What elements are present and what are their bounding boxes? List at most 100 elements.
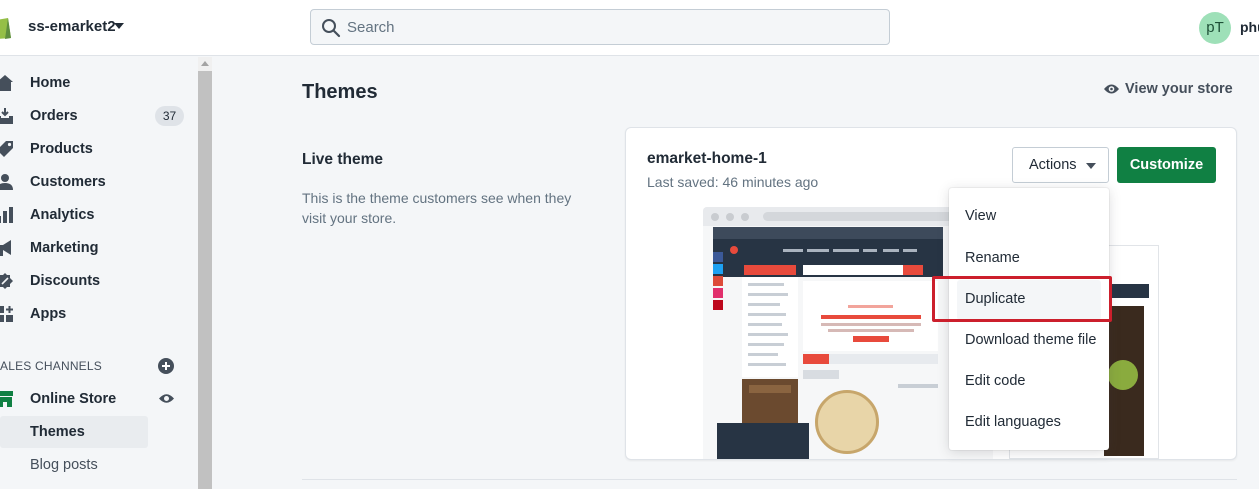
search-input[interactable]: [347, 10, 867, 44]
preview-search-button: [903, 265, 923, 275]
preview-clock-product: [815, 390, 879, 454]
live-theme-description: This is the theme customers see when the…: [302, 190, 572, 226]
actions-button[interactable]: Actions: [1012, 147, 1109, 183]
preview-shop-topbar: [713, 227, 943, 239]
sidebar-item-label: Orders: [30, 108, 78, 124]
preview-nav-item: [807, 249, 829, 252]
preview-category-line: [748, 303, 780, 306]
sidebar: Home Orders 37 Products Customers Analyt…: [0, 57, 212, 489]
sidebar-item-label: Discounts: [30, 273, 101, 289]
store-icon: [0, 391, 13, 407]
sidebar-subitem-label: Blog posts: [30, 457, 98, 473]
preview-nav-item: [863, 249, 877, 252]
discount-icon: [0, 273, 13, 289]
store-caret-down-icon[interactable]: [114, 23, 124, 29]
menu-item-download-theme-file[interactable]: Download theme file: [949, 321, 1109, 361]
preview-cookie-bar: [717, 423, 809, 459]
theme-last-saved: Last saved: 46 minutes ago: [647, 174, 819, 190]
sidebar-item-customers[interactable]: Customers: [0, 167, 195, 197]
tag-icon: [0, 141, 13, 157]
preview-deals-tag: [803, 370, 839, 379]
preview-category-line: [748, 363, 786, 366]
duplicate-highlight-annotation: [932, 276, 1112, 322]
sidebar-item-label: Products: [30, 141, 93, 157]
sidebar-item-analytics[interactable]: Analytics: [0, 200, 195, 230]
apps-icon: [0, 306, 13, 322]
preview-category-line: [748, 293, 788, 296]
preview-promo-line: [821, 323, 921, 326]
preview-nav-item: [883, 249, 899, 252]
megaphone-icon: [0, 240, 11, 256]
caret-down-icon: [1086, 163, 1096, 169]
live-theme-heading: Live theme: [302, 151, 383, 168]
preview-product-photo-detail: [749, 385, 791, 393]
menu-item-edit-code[interactable]: Edit code: [949, 362, 1109, 402]
preview-strip-accent: [803, 354, 829, 364]
orders-icon: [0, 108, 13, 124]
customize-button[interactable]: Customize: [1117, 147, 1216, 183]
store-name[interactable]: ss-emarket2: [28, 18, 116, 35]
bar-chart-icon: [0, 207, 13, 223]
preview-category-line: [748, 333, 788, 336]
page-title: Themes: [302, 81, 378, 103]
menu-item-label: Download theme file: [965, 332, 1097, 348]
sidebar-item-apps[interactable]: Apps: [0, 299, 195, 329]
menu-item-view[interactable]: View: [949, 197, 1109, 237]
sidebar-subitem-themes[interactable]: Themes: [0, 416, 148, 448]
menu-item-rename[interactable]: Rename: [949, 239, 1109, 279]
preview-promo-button: [853, 336, 889, 342]
sidebar-item-discounts[interactable]: Discounts: [0, 266, 195, 296]
shopify-logo-icon[interactable]: [0, 14, 12, 40]
sidebar-subitem-label: Themes: [30, 424, 85, 440]
actions-button-label: Actions: [1029, 157, 1077, 173]
section-divider: [302, 479, 1237, 480]
sidebar-item-label: Apps: [30, 306, 67, 322]
preview-logo-mark: [730, 246, 738, 254]
menu-item-edit-languages[interactable]: Edit languages: [949, 403, 1109, 443]
preview-category-line: [748, 323, 782, 326]
preview-category-line: [748, 343, 784, 346]
eye-icon[interactable]: [158, 392, 175, 405]
preview-promo-line: [848, 305, 893, 308]
avatar[interactable]: pT: [1199, 12, 1231, 44]
sidebar-scrollbar[interactable]: [198, 57, 212, 489]
sidebar-item-label: Marketing: [30, 240, 99, 256]
scroll-up-arrow-icon[interactable]: [201, 61, 209, 66]
search-icon: [322, 19, 341, 38]
preview-window-dot: [711, 213, 719, 221]
sidebar-item-label: Analytics: [30, 207, 95, 223]
menu-item-label: Edit code: [965, 373, 1026, 389]
eye-icon: [1104, 84, 1119, 94]
preview-promo-line: [828, 329, 914, 332]
person-icon: [0, 174, 13, 190]
scrollbar-thumb[interactable]: [198, 71, 212, 489]
preview-category-line: [748, 313, 786, 316]
preview-category-line: [748, 353, 778, 356]
sidebar-item-label: Customers: [30, 174, 106, 190]
theme-name: emarket-home-1: [647, 150, 767, 167]
preview-nav-item: [903, 249, 917, 252]
sidebar-item-label: Online Store: [30, 391, 117, 407]
sidebar-item-products[interactable]: Products: [0, 134, 195, 164]
sidebar-item-marketing[interactable]: Marketing: [0, 233, 195, 263]
sidebar-item-orders[interactable]: Orders 37: [0, 101, 195, 131]
top-bar: ss-emarket2 pT phu: [0, 0, 1259, 56]
search-bar[interactable]: [310, 9, 890, 45]
preview-window-dot: [726, 213, 734, 221]
sidebar-item-online-store[interactable]: Online Store: [0, 384, 195, 414]
preview-social-icon: [713, 252, 723, 262]
sidebar-item-home[interactable]: Home: [0, 68, 195, 98]
preview-nav-item: [833, 249, 859, 252]
preview-category-list: [742, 277, 798, 377]
add-sales-channel-icon[interactable]: [158, 358, 174, 374]
sidebar-subitem-blog-posts[interactable]: Blog posts: [0, 449, 148, 481]
preview-social-icon: [713, 276, 723, 286]
sidebar-item-label: Home: [30, 75, 71, 91]
preview-window-dot: [741, 213, 749, 221]
preview-social-icon: [713, 288, 723, 298]
orders-count-badge: 37: [155, 106, 184, 126]
preview-category-button: [744, 265, 796, 275]
view-store-label: View your store: [1125, 81, 1233, 97]
menu-item-label: View: [965, 208, 997, 224]
user-name[interactable]: phu: [1240, 19, 1259, 35]
